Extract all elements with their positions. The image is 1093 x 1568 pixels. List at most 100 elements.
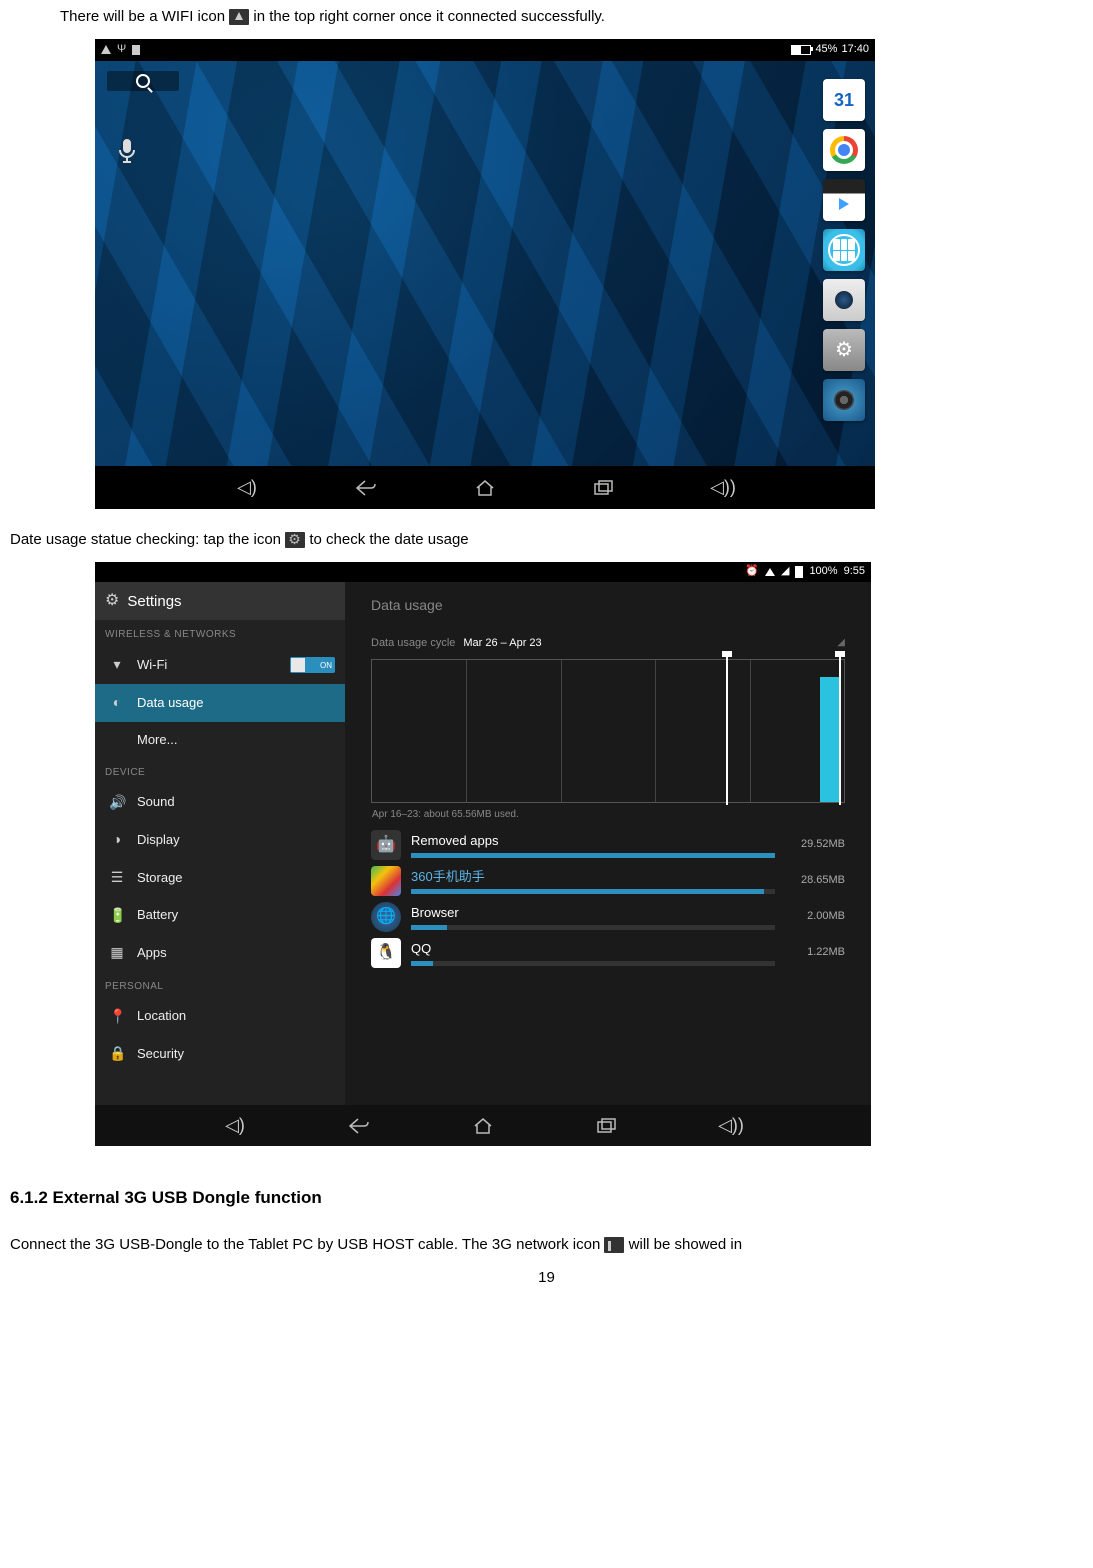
- volume-up-button-2[interactable]: ◁)): [719, 1117, 743, 1135]
- 360-icon: [371, 866, 401, 896]
- app-name: QQ: [411, 940, 775, 958]
- data-cycle-row[interactable]: Data usage cycle Mar 26 – Apr 23 ◢: [371, 636, 845, 651]
- battery-percent-2: 100%: [809, 564, 837, 579]
- settings-title: Settings: [127, 591, 181, 612]
- data-usage-label: Data usage: [137, 694, 204, 712]
- signal-icon: ◢: [781, 564, 789, 579]
- app-usage-row[interactable]: 🌐 Browser 2.00MB: [371, 899, 845, 935]
- qq-icon: 🐧: [371, 938, 401, 968]
- status-bar-2: ⏰ ◢ 100% 9:55: [95, 562, 871, 582]
- app-name: 360手机助手: [411, 868, 775, 886]
- app-size: 2.00MB: [785, 909, 845, 924]
- wifi-icon: [229, 9, 249, 25]
- sidebar-item-apps[interactable]: ▦ Apps: [95, 934, 345, 972]
- page-number: 19: [10, 1267, 1083, 1288]
- data-usage-item-icon: ◐: [109, 693, 125, 713]
- voice-search-button[interactable]: [107, 131, 147, 171]
- sound-label: Sound: [137, 793, 175, 811]
- apps-label: Apps: [137, 944, 167, 962]
- app-usage-bar: [411, 853, 775, 858]
- app-usage-row[interactable]: 🤖Removed apps29.52MB: [371, 827, 845, 863]
- lock-item-icon: 🔒: [109, 1044, 125, 1064]
- app-size: 29.52MB: [785, 837, 845, 852]
- more-label: More...: [137, 731, 177, 749]
- sidebar-item-battery[interactable]: 🔋 Battery: [95, 897, 345, 935]
- data-usage-text: Date usage statue checking: tap the icon…: [10, 529, 1083, 550]
- sdcard-icon: [132, 45, 140, 55]
- settings-app-icon[interactable]: ⚙: [823, 329, 865, 371]
- intro-line: There will be a WIFI icon in the top rig…: [60, 6, 1083, 27]
- intro-text-b: in the top right corner once it connecte…: [253, 8, 605, 25]
- app-usage-bar: [411, 961, 775, 966]
- sidebar-item-storage[interactable]: ☰ Storage: [95, 859, 345, 897]
- sidebar-item-security[interactable]: 🔒 Security: [95, 1035, 345, 1073]
- music-app-icon[interactable]: [823, 379, 865, 421]
- recent-apps-button-2[interactable]: [595, 1117, 619, 1135]
- volume-down-button-2[interactable]: ◁): [223, 1117, 247, 1135]
- home-button-2[interactable]: [471, 1117, 495, 1135]
- battery-icon: [791, 45, 811, 55]
- sidebar-item-sound[interactable]: 🔊 Sound: [95, 784, 345, 822]
- location-item-icon: 📍: [109, 1007, 125, 1027]
- app-usage-bar: [411, 889, 775, 894]
- mid-text-a: Date usage statue checking: tap the icon: [10, 531, 285, 548]
- app-size: 28.65MB: [785, 873, 845, 888]
- app-drawer-icon[interactable]: [823, 229, 865, 271]
- app-usage-list: 🤖Removed apps29.52MB 360手机助手 28.65MB 🌐 Brows…: [371, 827, 845, 971]
- usage-chart[interactable]: Apr 16–23: about 65.56MB used.: [371, 659, 845, 803]
- wifi-toggle[interactable]: ON: [290, 657, 335, 673]
- system-nav-bar: ◁) ◁)): [95, 466, 875, 509]
- sidebar-item-data-usage[interactable]: ◐ Data usage: [95, 684, 345, 722]
- status-time-2: 9:55: [844, 564, 865, 579]
- sidebar-item-more[interactable]: More...: [95, 722, 345, 758]
- settings-screenshot: ⏰ ◢ 100% 9:55 ⚙ Settings WIRELESS & NETW…: [95, 562, 871, 1146]
- battery-percent: 45%: [815, 42, 837, 57]
- app-usage-bar: [411, 925, 775, 930]
- cycle-value: Mar 26 – Apr 23: [463, 636, 541, 651]
- footer-text-a: Connect the 3G USB-Dongle to the Tablet …: [10, 1236, 604, 1253]
- wifi-item-icon: ▾: [109, 655, 125, 675]
- search-icon: [136, 74, 150, 88]
- home-desktop[interactable]: 31 ⚙: [95, 61, 875, 466]
- homescreen-screenshot: Ψ 45% 17:40 31 ⚙ ◁): [95, 39, 875, 509]
- browser-icon: 🌐: [371, 902, 401, 932]
- chart-caption: Apr 16–23: about 65.56MB used.: [372, 808, 519, 822]
- volume-down-button[interactable]: ◁): [235, 479, 259, 497]
- display-item-icon: ◑: [109, 830, 125, 850]
- camera-app-icon[interactable]: [823, 279, 865, 321]
- settings-main: Data usage Data usage cycle Mar 26 – Apr…: [345, 582, 871, 1105]
- chrome-app-icon[interactable]: [823, 129, 865, 171]
- main-header: Data usage: [371, 596, 845, 616]
- usb-icon: Ψ: [117, 42, 126, 57]
- category-device: DEVICE: [95, 758, 345, 784]
- status-bar: Ψ 45% 17:40: [95, 39, 875, 61]
- back-button[interactable]: [354, 479, 378, 497]
- sidebar-item-display[interactable]: ◑ Display: [95, 821, 345, 859]
- search-widget[interactable]: [107, 71, 179, 91]
- recent-apps-button[interactable]: [592, 479, 616, 497]
- category-wireless: WIRELESS & NETWORKS: [95, 620, 345, 646]
- video-app-icon[interactable]: [823, 179, 865, 221]
- app-name: Browser: [411, 904, 775, 922]
- settings-icon: [285, 532, 305, 548]
- sidebar-item-wifi[interactable]: ▾ Wi-Fi ON: [95, 646, 345, 684]
- back-button-2[interactable]: [347, 1117, 371, 1135]
- app-usage-row[interactable]: 360手机助手 28.65MB: [371, 863, 845, 899]
- volume-up-button[interactable]: ◁)): [711, 479, 735, 497]
- storage-label: Storage: [137, 869, 183, 887]
- location-label: Location: [137, 1007, 186, 1025]
- sidebar-item-location[interactable]: 📍 Location: [95, 998, 345, 1036]
- storage-item-icon: ☰: [109, 868, 125, 888]
- footer-line: Connect the 3G USB-Dongle to the Tablet …: [10, 1234, 1083, 1255]
- calendar-app-icon[interactable]: 31: [823, 79, 865, 121]
- category-personal: PERSONAL: [95, 972, 345, 998]
- 3g-signal-icon: [604, 1237, 624, 1253]
- app-usage-row[interactable]: 🐧QQ1.22MB: [371, 935, 845, 971]
- home-button[interactable]: [473, 479, 497, 497]
- status-time: 17:40: [841, 42, 869, 57]
- battery-item-icon: 🔋: [109, 906, 125, 926]
- system-nav-bar-2: ◁) ◁)): [95, 1105, 871, 1146]
- intro-text-a: There will be a WIFI icon: [60, 8, 229, 25]
- display-label: Display: [137, 831, 180, 849]
- footer-text-b: will be showed in: [629, 1236, 742, 1253]
